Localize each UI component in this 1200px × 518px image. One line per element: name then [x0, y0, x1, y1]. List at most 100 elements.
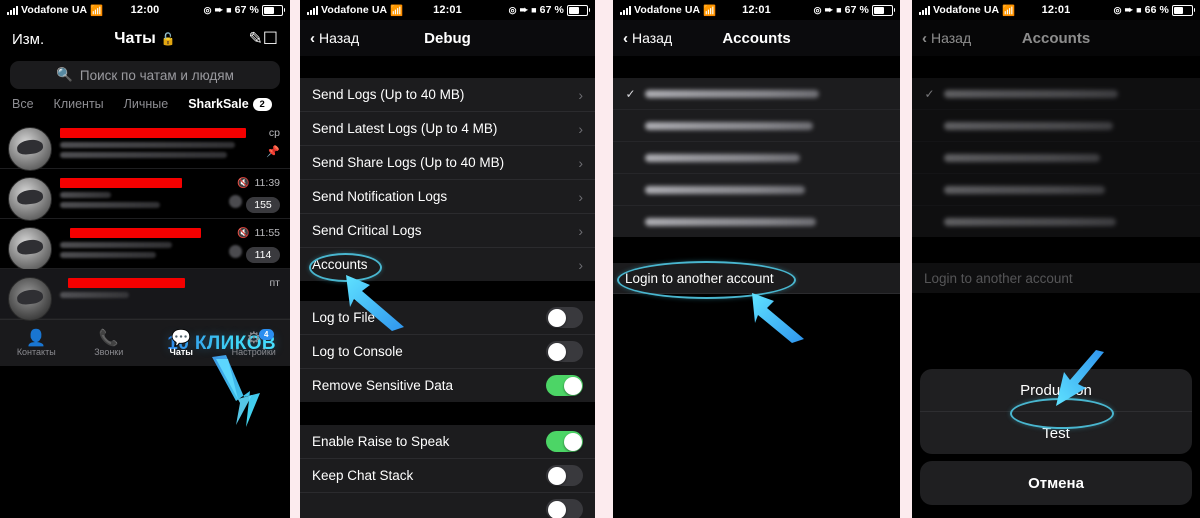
row-keep-chat-stack[interactable]: Keep Chat Stack: [300, 459, 595, 493]
chevron-right-icon: ›: [578, 188, 583, 205]
phone-icon: 📞: [98, 329, 119, 347]
toggle-log-to-file[interactable]: [546, 307, 583, 328]
back-button[interactable]: ‹ Назад: [922, 30, 971, 46]
toggle-log-to-console[interactable]: [546, 341, 583, 362]
tab-calls[interactable]: 📞 Звонки: [73, 330, 146, 357]
debug-log-toggles-group: Log to File Log to Console Remove Sensit…: [300, 301, 595, 402]
panel-divider: [595, 0, 613, 518]
blurred-preview-line: [60, 252, 157, 258]
account-row[interactable]: [613, 174, 900, 206]
toggle-keep-chat-stack[interactable]: [546, 465, 583, 486]
compose-icon[interactable]: ✎☐: [249, 29, 278, 49]
row-login-another-account[interactable]: Login to another account: [912, 263, 1200, 293]
tab-contacts[interactable]: 👤 Контакты: [0, 330, 73, 357]
unlocked-padlock-icon: 🔓: [160, 32, 176, 46]
status-bar: Vodafone UA 📶 12:00 ◎ ➨ ■ 67 %: [0, 0, 290, 20]
back-button[interactable]: ‹ Назад: [310, 30, 359, 46]
tab-calls-label: Звонки: [94, 346, 124, 357]
back-button[interactable]: ‹ Назад: [623, 30, 672, 46]
unread-badge: 155: [246, 197, 280, 213]
action-option-test[interactable]: Test: [920, 412, 1192, 454]
account-row[interactable]: ✓: [613, 78, 900, 110]
alarm-icon: ■: [531, 5, 537, 15]
row-login-another-account-label: Login to another account: [924, 270, 1073, 286]
settings-icon: ⚙: [246, 329, 261, 347]
row-send-share-logs-label: Send Share Logs (Up to 40 MB): [312, 155, 505, 170]
chevron-left-icon: ‹: [310, 29, 315, 47]
edit-button[interactable]: Изм.: [12, 31, 44, 48]
filter-tab-all[interactable]: Все: [12, 97, 34, 113]
debug-navbar: ‹ Назад Debug: [300, 20, 595, 56]
filter-tab-personal[interactable]: Личные: [124, 97, 169, 113]
account-row[interactable]: [613, 206, 900, 237]
panel-debug: Vodafone UA 📶 12:01 ◎ ➨ ■ 67 % ‹ Назад D…: [300, 0, 595, 518]
row-partial[interactable]: [300, 493, 595, 518]
action-option-production[interactable]: Production: [920, 369, 1192, 412]
chat-list-item[interactable]: ср 📌: [0, 119, 290, 171]
location-arrow-icon: ➨: [214, 4, 224, 16]
chevron-right-icon: ›: [578, 154, 583, 171]
row-remove-sensitive-data[interactable]: Remove Sensitive Data: [300, 369, 595, 402]
row-send-notification-logs[interactable]: Send Notification Logs ›: [300, 180, 595, 214]
account-row[interactable]: [912, 174, 1200, 206]
filter-tab-sharksale-label: SharkSale: [188, 97, 249, 111]
row-login-another-account-label: Login to another account: [625, 270, 774, 286]
signal-bars-icon: [620, 5, 631, 15]
chevron-right-icon: ›: [578, 256, 583, 273]
accounts-list: ✓: [912, 78, 1200, 237]
search-input[interactable]: 🔍 Поиск по чатам и людям: [10, 61, 280, 89]
chat-badges: 114: [228, 245, 280, 263]
chat-timestamp-text: 11:39: [254, 177, 281, 189]
toggle-remove-sensitive-data[interactable]: [546, 375, 583, 396]
account-row[interactable]: [912, 206, 1200, 237]
avatar: [8, 127, 52, 171]
annotation-arrow-down: [212, 355, 260, 427]
action-option-test-label: Test: [1042, 424, 1070, 442]
alarm-icon: ■: [1136, 5, 1142, 15]
row-enable-raise-to-speak[interactable]: Enable Raise to Speak: [300, 425, 595, 459]
account-row[interactable]: ✓: [912, 78, 1200, 110]
chat-badges: 155: [228, 195, 280, 213]
battery-percent: 67 %: [539, 4, 564, 16]
chats-icon: 💬: [171, 329, 192, 347]
action-cancel-button[interactable]: Отмена: [920, 461, 1192, 505]
checkmark-icon: ✓: [625, 86, 636, 101]
panel-divider: [290, 0, 300, 518]
row-send-latest-logs[interactable]: Send Latest Logs (Up to 4 MB) ›: [300, 112, 595, 146]
chat-timestamp-text: 11:55: [254, 227, 281, 239]
back-button-label: Назад: [319, 30, 360, 46]
toggle-enable-raise-to-speak[interactable]: [546, 431, 583, 452]
search-icon: 🔍: [56, 67, 73, 82]
status-left: Vodafone UA 📶: [919, 4, 1015, 17]
chat-meta: пт: [270, 277, 281, 311]
carrier-label: Vodafone UA: [21, 4, 88, 16]
toggle-partial[interactable]: [546, 499, 583, 518]
chat-list-item[interactable]: 🔇 11:55 114: [0, 219, 290, 271]
chevron-right-icon: ›: [578, 120, 583, 137]
row-log-to-console[interactable]: Log to Console: [300, 335, 595, 369]
chevron-right-icon: ›: [578, 86, 583, 103]
row-send-critical-logs[interactable]: Send Critical Logs ›: [300, 214, 595, 248]
account-row[interactable]: [613, 142, 900, 174]
row-send-logs[interactable]: Send Logs (Up to 40 MB) ›: [300, 78, 595, 112]
tab-settings[interactable]: ⚙ 4 Настройки: [218, 328, 291, 357]
account-row[interactable]: [912, 142, 1200, 174]
chat-meta: 🔇 11:39 155: [228, 177, 281, 213]
avatar: [8, 277, 52, 321]
account-row[interactable]: [912, 110, 1200, 142]
filter-tab-sharksale[interactable]: SharkSale 2: [188, 97, 272, 113]
account-row[interactable]: [613, 110, 900, 142]
status-right: ◎ ➨ ■ 66 %: [1114, 4, 1195, 16]
chat-list-item[interactable]: 🔇 11:39 155: [0, 169, 290, 221]
chat-list-item[interactable]: пт: [0, 269, 290, 321]
location-arrow-icon: ➨: [824, 4, 834, 16]
row-login-another-account[interactable]: Login to another account: [613, 263, 900, 294]
filter-tab-clients[interactable]: Клиенты: [54, 97, 104, 113]
group-separator: [912, 237, 1200, 263]
list-top-spacer: [912, 56, 1200, 78]
row-send-share-logs[interactable]: Send Share Logs (Up to 40 MB) ›: [300, 146, 595, 180]
tab-chats[interactable]: 💬 Чаты: [145, 330, 218, 357]
row-log-to-file[interactable]: Log to File: [300, 301, 595, 335]
row-accounts[interactable]: Accounts ›: [300, 248, 595, 281]
avatar: [8, 177, 52, 221]
